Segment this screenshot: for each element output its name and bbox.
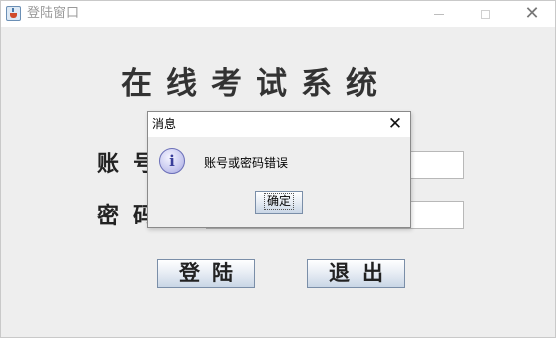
- dialog-close-button[interactable]: ✕: [384, 113, 406, 135]
- close-icon: ✕: [387, 114, 403, 134]
- maximize-button[interactable]: [462, 1, 508, 27]
- java-app-icon: [6, 6, 21, 21]
- message-dialog: 消息 ✕ i 账号或密码错误 确定: [147, 111, 411, 228]
- information-icon: i: [159, 148, 185, 174]
- exit-button[interactable]: 退出: [307, 259, 405, 288]
- dialog-title: 消息: [152, 117, 177, 131]
- window-titlebar[interactable]: 登陆窗口 ✕: [1, 1, 555, 27]
- minimize-icon: [434, 13, 444, 15]
- dialog-titlebar[interactable]: 消息 ✕: [148, 112, 410, 137]
- ok-button-label: 确定: [263, 193, 294, 210]
- dialog-message: 账号或密码错误: [204, 156, 289, 170]
- system-title: 在线考试系统: [121, 66, 391, 102]
- ok-button[interactable]: 确定: [255, 191, 303, 214]
- login-button[interactable]: 登陆: [157, 259, 255, 288]
- login-window: 登陆窗口 ✕ 在线考试系统 账号 密码 登陆 退出 消息 ✕ i 账号或密码错误…: [0, 0, 556, 338]
- close-icon: ✕: [524, 3, 540, 24]
- close-button[interactable]: ✕: [509, 1, 555, 27]
- window-title: 登陆窗口: [27, 6, 80, 21]
- minimize-button[interactable]: [416, 1, 462, 27]
- maximize-icon: [480, 9, 490, 19]
